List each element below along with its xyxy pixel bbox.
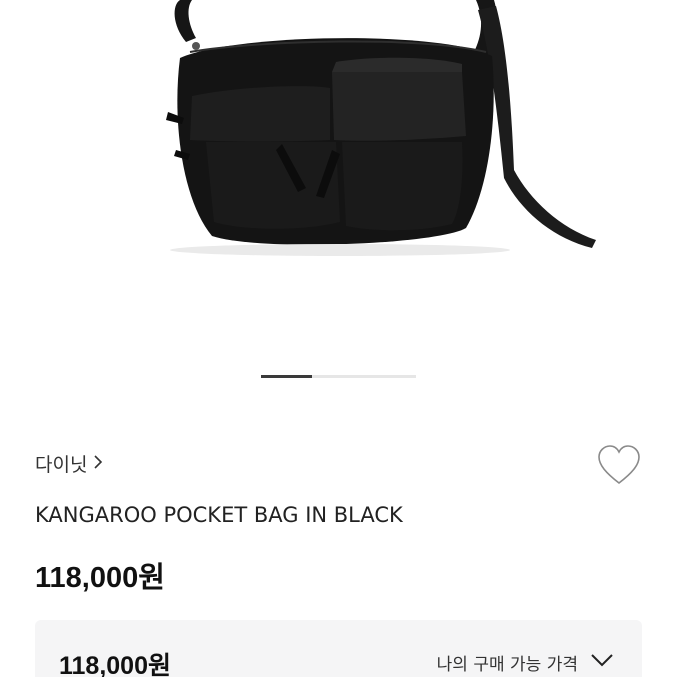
chevron-right-icon — [93, 453, 103, 475]
wishlist-button[interactable] — [596, 443, 642, 489]
carousel-indicator — [261, 375, 416, 378]
chevron-down-icon — [590, 652, 614, 671]
product-image[interactable] — [0, 0, 677, 360]
heart-outline-icon — [598, 445, 640, 485]
my-price-value: 118,000원 — [59, 652, 171, 677]
product-price: 118,000원 — [35, 562, 165, 594]
bag-photo — [166, 0, 596, 256]
brand-link[interactable]: 다이닛 — [35, 450, 103, 477]
brand-name: 다이닛 — [35, 454, 88, 476]
carousel-indicator-active — [261, 375, 312, 378]
my-price-dropdown[interactable]: 118,000원 나의 구매 가능 가격 — [35, 620, 642, 677]
my-price-label: 나의 구매 가능 가격 — [436, 655, 578, 675]
product-title: KANGAROO POCKET BAG IN BLACK — [35, 503, 403, 527]
product-detail-page: 다이닛 KANGAROO POCKET BAG IN BLACK 118,000… — [0, 0, 677, 677]
